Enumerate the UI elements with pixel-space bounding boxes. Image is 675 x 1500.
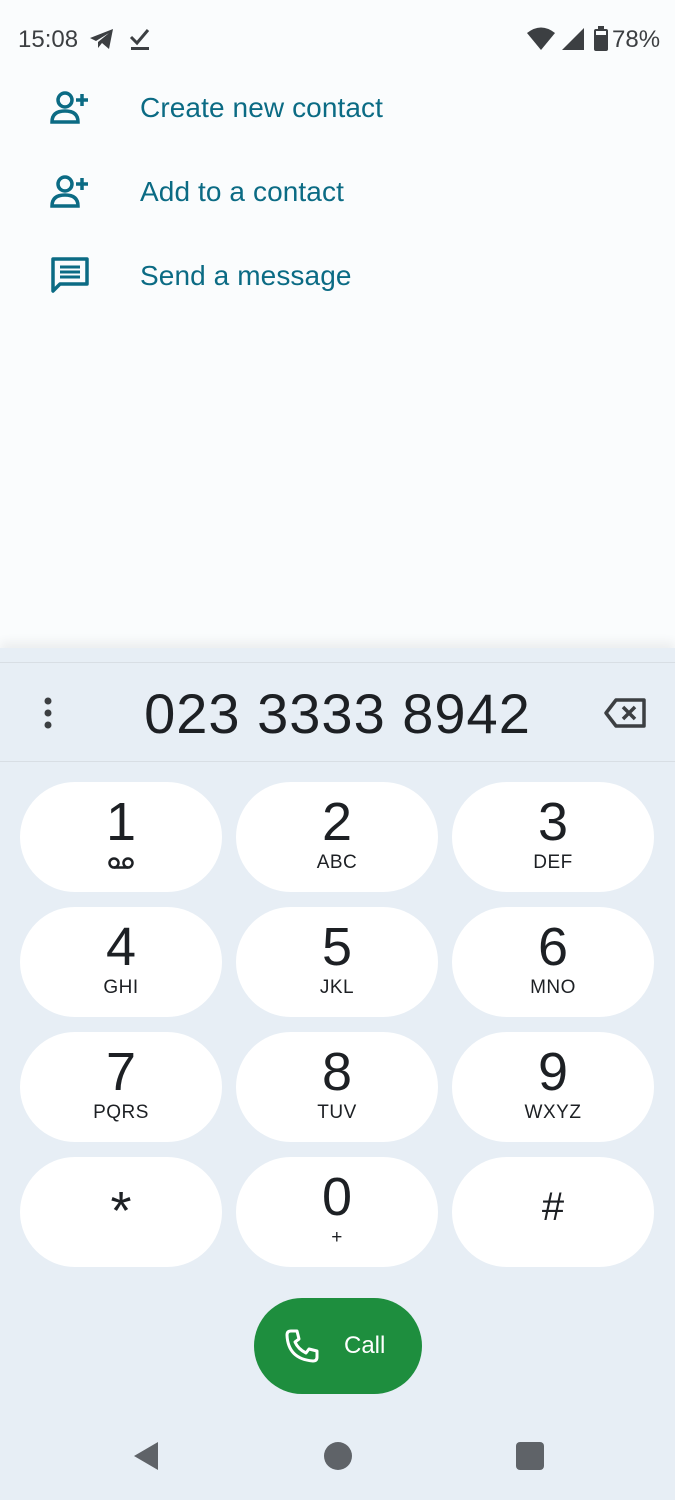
phone-icon xyxy=(285,1329,319,1363)
checkmark-icon xyxy=(129,29,150,50)
key-1[interactable]: 1 xyxy=(20,782,222,892)
key-star[interactable]: * xyxy=(20,1157,222,1267)
recents-icon[interactable] xyxy=(514,1440,546,1472)
backspace-icon[interactable] xyxy=(604,697,648,729)
key-hash[interactable]: # xyxy=(452,1157,654,1267)
key-letters: MNO xyxy=(530,977,576,998)
key-5[interactable]: 5 JKL xyxy=(236,907,438,1017)
key-digit: 5 xyxy=(321,917,353,977)
battery-percent: 78% xyxy=(612,26,661,53)
key-2[interactable]: 2 ABC xyxy=(236,782,438,892)
send-message-button[interactable]: Send a message xyxy=(0,236,675,316)
dialpad-sheet: 023 3333 8942 1 2 ABC 3 DEF 4 GHI 5 JKL … xyxy=(0,648,675,1500)
key-digit: 6 xyxy=(537,917,569,977)
battery-icon xyxy=(594,26,608,51)
key-letters: DEF xyxy=(533,852,573,873)
key-8[interactable]: 8 TUV xyxy=(236,1032,438,1142)
key-0[interactable]: 0 + xyxy=(236,1157,438,1267)
key-letters: JKL xyxy=(319,977,355,998)
create-new-contact-button[interactable]: Create new contact xyxy=(0,68,675,148)
key-letters: WXYZ xyxy=(524,1102,582,1123)
dialed-number[interactable]: 023 3333 8942 xyxy=(0,681,675,746)
key-4[interactable]: 4 GHI xyxy=(20,907,222,1017)
add-person-icon xyxy=(50,175,88,208)
key-digit: * xyxy=(110,1181,132,1241)
key-digit: 0 xyxy=(321,1167,353,1227)
wifi-icon xyxy=(527,27,555,50)
navigation-bar xyxy=(0,1410,675,1500)
add-to-contact-label: Add to a contact xyxy=(140,176,344,207)
key-digit: 1 xyxy=(105,792,137,852)
number-bar: 023 3333 8942 xyxy=(0,662,675,762)
key-6[interactable]: 6 MNO xyxy=(452,907,654,1017)
home-icon[interactable] xyxy=(322,1440,354,1472)
status-time: 15:08 xyxy=(18,26,79,53)
key-3[interactable]: 3 DEF xyxy=(452,782,654,892)
dialer-screen: 15:08 78% Create new contact Add to a co… xyxy=(0,0,675,1500)
message-icon xyxy=(51,257,89,293)
voicemail-icon xyxy=(108,857,134,869)
add-to-contact-button[interactable]: Add to a contact xyxy=(0,152,675,232)
signal-icon xyxy=(562,28,584,50)
key-letters: TUV xyxy=(317,1102,357,1123)
key-digit: 8 xyxy=(321,1042,353,1102)
key-digit: 7 xyxy=(105,1042,137,1102)
key-7[interactable]: 7 PQRS xyxy=(20,1032,222,1142)
key-letters: + xyxy=(331,1227,343,1248)
key-letters: ABC xyxy=(316,852,358,873)
back-icon[interactable] xyxy=(130,1440,162,1472)
send-message-label: Send a message xyxy=(140,260,352,291)
key-digit: 2 xyxy=(321,792,353,852)
key-digit: # xyxy=(541,1185,565,1229)
call-label: Call xyxy=(344,1332,386,1359)
key-digit: 9 xyxy=(537,1042,569,1102)
key-letters: PQRS xyxy=(93,1102,149,1123)
call-button[interactable]: Call xyxy=(254,1298,422,1394)
telegram-icon xyxy=(90,29,113,49)
add-person-icon xyxy=(50,91,88,124)
key-digit: 3 xyxy=(537,792,569,852)
key-9[interactable]: 9 WXYZ xyxy=(452,1032,654,1142)
key-digit: 4 xyxy=(105,917,137,977)
create-new-contact-label: Create new contact xyxy=(140,92,384,123)
key-letters: GHI xyxy=(103,977,139,998)
